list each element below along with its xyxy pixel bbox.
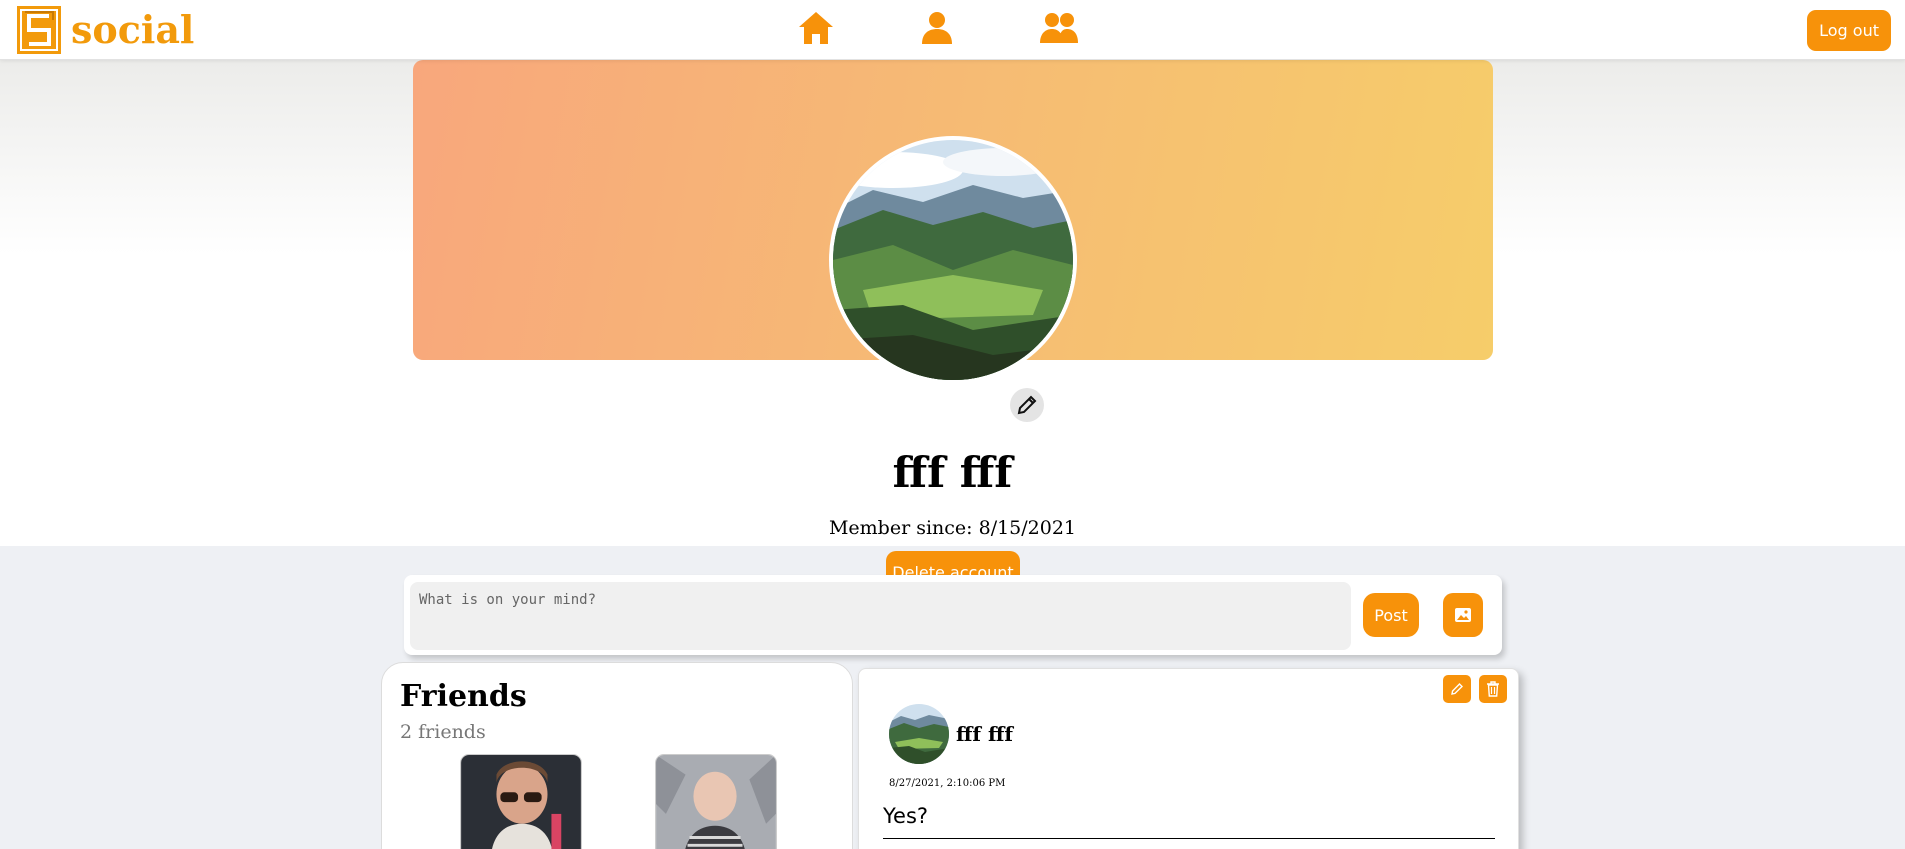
profile-avatar bbox=[829, 136, 1077, 384]
profile-header: fff fff Member since: 8/15/2021 Delete a… bbox=[0, 60, 1905, 593]
pencil-icon bbox=[1017, 395, 1037, 415]
post-timestamp: 8/27/2021, 2:10:06 PM bbox=[889, 778, 1006, 789]
post-divider bbox=[883, 838, 1495, 839]
member-since: Member since: 8/15/2021 bbox=[828, 517, 1077, 539]
friends-count: 2 friends bbox=[400, 721, 486, 743]
friends-card: Friends 2 friends bbox=[381, 662, 853, 849]
users-icon bbox=[1040, 13, 1078, 43]
nav-friends[interactable] bbox=[1039, 10, 1079, 46]
post-author-name[interactable]: fff fff bbox=[956, 722, 1013, 746]
brand-name: social bbox=[71, 7, 195, 52]
logout-button[interactable]: Log out bbox=[1807, 10, 1891, 51]
nav-profile[interactable] bbox=[917, 10, 957, 46]
logo[interactable]: social bbox=[17, 6, 194, 54]
post-button[interactable]: Post bbox=[1363, 593, 1419, 637]
trash-icon bbox=[1487, 681, 1499, 697]
avatar-image bbox=[833, 140, 1073, 380]
edit-post-button[interactable] bbox=[1443, 675, 1471, 703]
logo-icon bbox=[17, 6, 61, 54]
edit-avatar-button[interactable] bbox=[1010, 388, 1044, 422]
nav-home[interactable] bbox=[796, 10, 836, 46]
home-icon bbox=[799, 12, 833, 44]
profile-name: fff fff bbox=[892, 448, 1013, 497]
post-body: Yes? bbox=[883, 804, 929, 828]
friends-title: Friends bbox=[400, 679, 527, 714]
add-image-button[interactable] bbox=[1443, 593, 1483, 637]
delete-post-button[interactable] bbox=[1479, 675, 1507, 703]
user-icon bbox=[922, 12, 952, 44]
friend-thumbnail[interactable] bbox=[460, 754, 582, 849]
pencil-icon bbox=[1451, 683, 1463, 695]
top-navbar: social Log out bbox=[0, 0, 1905, 60]
post-input[interactable] bbox=[410, 582, 1351, 650]
friend-photo bbox=[656, 755, 776, 849]
post-composer: Post bbox=[404, 575, 1502, 655]
friend-photo bbox=[461, 755, 581, 849]
image-icon bbox=[1455, 608, 1471, 622]
friend-thumbnail[interactable] bbox=[655, 754, 777, 849]
avatar-image bbox=[889, 704, 949, 764]
post-author-avatar[interactable] bbox=[889, 704, 949, 764]
post-card: fff fff 8/27/2021, 2:10:06 PM Yes? bbox=[858, 668, 1519, 849]
